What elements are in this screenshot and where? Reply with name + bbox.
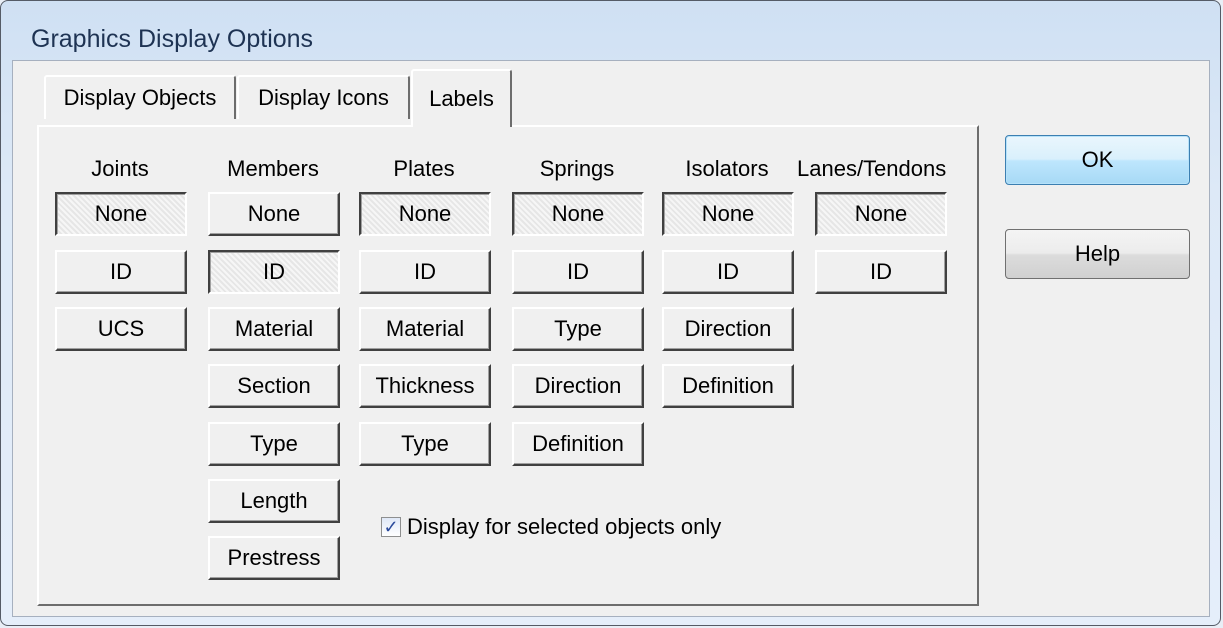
tab-display-objects[interactable]: Display Objects — [44, 75, 236, 119]
joints-ucs-button[interactable]: UCS — [55, 307, 187, 351]
isolators-definition-button[interactable]: Definition — [662, 364, 794, 408]
column-heading-springs: Springs — [539, 156, 615, 181]
selected-only-checkbox-label: Display for selected objects only — [407, 514, 722, 539]
checkmark-icon: ✓ — [383, 517, 399, 537]
column-heading-lanes-tendons: Lanes/Tendons — [797, 156, 947, 181]
dialog-title: Graphics Display Options — [31, 25, 314, 53]
springs-id-button[interactable]: ID — [512, 250, 644, 294]
isolators-id-button[interactable]: ID — [662, 250, 794, 294]
plates-thickness-button[interactable]: Thickness — [359, 364, 491, 408]
selected-only-checkbox[interactable]: ✓ — [381, 517, 401, 537]
plates-none-button[interactable]: None — [359, 192, 491, 236]
members-id-button[interactable]: ID — [208, 250, 340, 294]
column-heading-plates: Plates — [393, 156, 455, 181]
column-heading-members: Members — [227, 156, 319, 181]
members-material-button[interactable]: Material — [208, 307, 340, 351]
dialog-window: Graphics Display Options Display Objects… — [0, 0, 1221, 626]
springs-type-button[interactable]: Type — [512, 307, 644, 351]
plates-type-button[interactable]: Type — [359, 422, 491, 466]
ok-button[interactable]: OK — [1005, 135, 1190, 185]
members-length-button[interactable]: Length — [208, 479, 340, 523]
joints-none-button[interactable]: None — [55, 192, 187, 236]
members-type-button[interactable]: Type — [208, 422, 340, 466]
isolators-direction-button[interactable]: Direction — [662, 307, 794, 351]
isolators-none-button[interactable]: None — [662, 192, 794, 236]
lanes-tendons-none-button[interactable]: None — [815, 192, 947, 236]
springs-direction-button[interactable]: Direction — [512, 364, 644, 408]
column-heading-joints: Joints — [91, 156, 149, 181]
members-none-button[interactable]: None — [208, 192, 340, 236]
tab-labels[interactable]: Labels — [411, 69, 512, 127]
tab-display-icons[interactable]: Display Icons — [237, 75, 410, 119]
plates-id-button[interactable]: ID — [359, 250, 491, 294]
joints-id-button[interactable]: ID — [55, 250, 187, 294]
plates-material-button[interactable]: Material — [359, 307, 491, 351]
selected-only-checkbox-row[interactable]: ✓ Display for selected objects only — [381, 514, 721, 540]
help-button[interactable]: Help — [1005, 229, 1190, 279]
springs-none-button[interactable]: None — [512, 192, 644, 236]
members-prestress-button[interactable]: Prestress — [208, 536, 340, 580]
members-section-button[interactable]: Section — [208, 364, 340, 408]
lanes-tendons-id-button[interactable]: ID — [815, 250, 947, 294]
column-heading-isolators: Isolators — [685, 156, 769, 181]
springs-definition-button[interactable]: Definition — [512, 422, 644, 466]
